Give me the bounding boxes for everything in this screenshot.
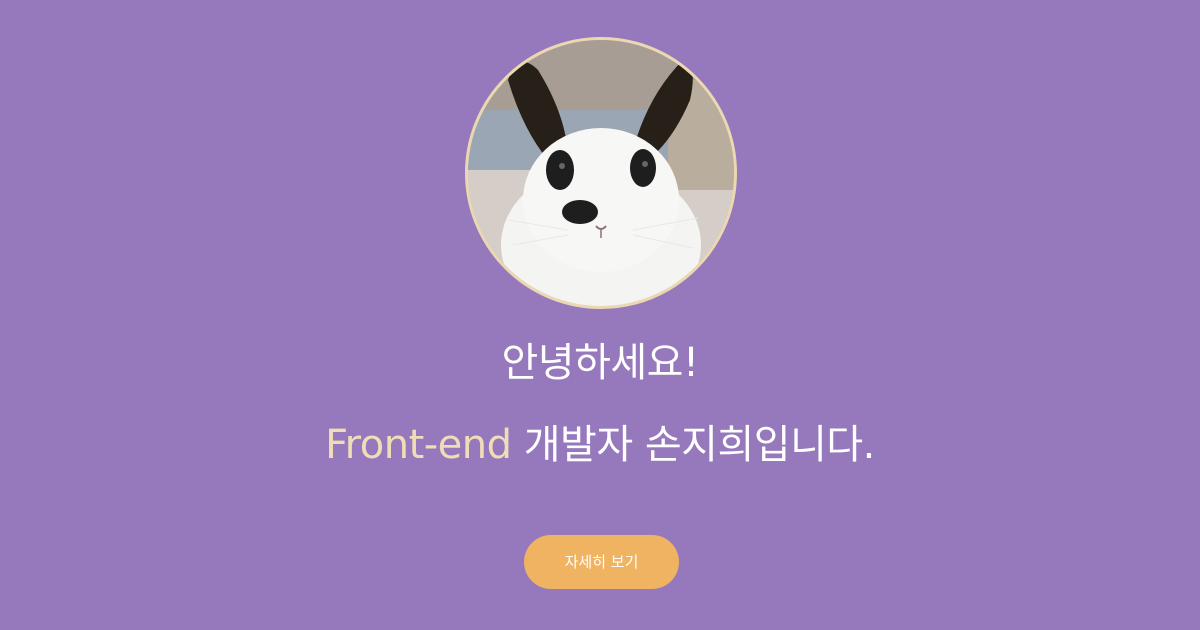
- view-details-button[interactable]: 자세히 보기: [524, 535, 679, 589]
- greeting-subtitle: Front-end 개발자 손지희입니다.: [0, 422, 1200, 468]
- greeting-title: 안녕하세요!: [501, 340, 699, 386]
- profile-avatar: [465, 37, 737, 309]
- hero-section: 안녕하세요! Front-end 개발자 손지희입니다. 자세히 보기: [0, 0, 1200, 630]
- rabbit-photo-icon: [468, 40, 734, 306]
- greeting-subtitle-rest: 개발자 손지희입니다.: [511, 422, 876, 468]
- role-highlight: Front-end: [325, 422, 512, 468]
